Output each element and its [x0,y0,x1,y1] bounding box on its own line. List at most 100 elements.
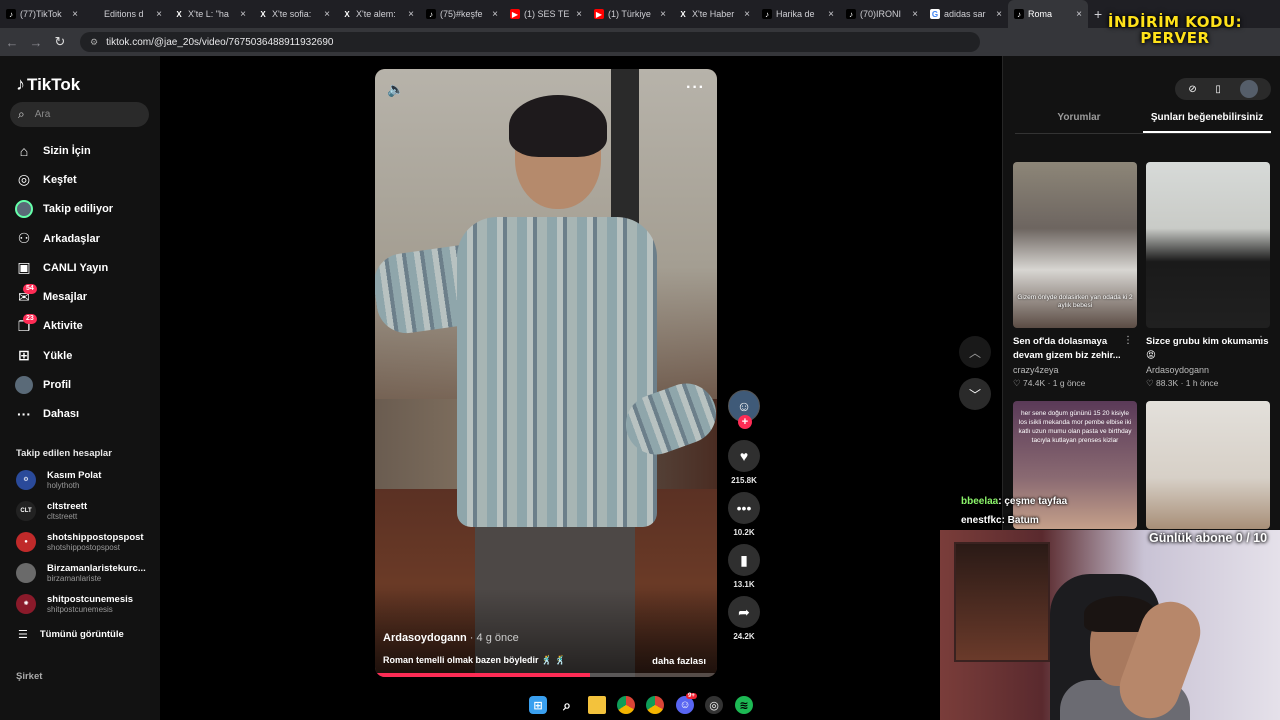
recommended-video-card[interactable] [1146,401,1270,529]
app-icon[interactable]: ◎ [705,696,723,714]
account-text: Birzamanlaristekurc... birzamanlariste [47,563,155,583]
chat-text: : çeşme tayfaa [998,496,1068,507]
recommended-video-card[interactable]: Sizce grubu kim okumamıs 😡 Ardasoydogann ♡… [1146,162,1270,389]
chrome-icon[interactable] [617,696,635,714]
video-progress-bar[interactable] [375,673,717,677]
browser-tab[interactable]: X X'te Haber × [672,0,756,28]
video-person-hair [509,95,607,157]
sidebar-item-home[interactable]: ⌂ Sizin İçin [14,136,154,165]
volume-icon[interactable]: 🔈 [387,81,404,98]
save-button[interactable]: ▮ 13.1K [726,544,762,589]
browser-tab[interactable]: ▶ (1) SES TE × [504,0,588,28]
recommended-video-card[interactable]: Gizem önlyde dolasirken yan odada ki 2 a… [1013,162,1137,389]
sidebar-item-profile-avatar[interactable]: Profil [14,370,154,399]
browser-tab[interactable]: ♪ (77)TikTok × [0,0,84,28]
sidebar-item-more[interactable]: ··· Dahası [14,400,154,429]
tab-comments[interactable]: Yorumlar [1015,112,1143,133]
chevron-up-icon: ︿ [968,345,981,360]
browser-tab[interactable]: Gadidas sar × [924,0,1008,28]
sidebar-item-live[interactable]: ▣ CANLI Yayın [14,253,154,282]
close-tab-icon[interactable]: × [912,9,918,20]
next-video-button[interactable]: ﹀ [959,378,991,410]
device-icon[interactable]: ▯ [1215,84,1221,95]
url-field[interactable]: ⚙ tiktok.com/@jae_20s/video/767503648891… [80,32,980,52]
sidebar-item-upload[interactable]: ⊞ Yükle [14,341,154,370]
close-tab-icon[interactable]: × [240,9,246,20]
user-avatar[interactable] [1239,80,1258,98]
card-more-icon[interactable]: ⋮ [1256,335,1266,346]
close-tab-icon[interactable]: × [576,9,582,20]
browser-tab[interactable]: ♪ (70)IRONI × [840,0,924,28]
followed-account[interactable]: ✺ shitpostcunemesis shitpostcunemesis [16,588,156,619]
close-tab-icon[interactable]: × [828,9,834,20]
compass-icon[interactable]: ⊘ [1188,84,1196,95]
sidebar-item-activity[interactable]: ❐ 23 Aktivite [14,312,154,341]
close-tab-icon[interactable]: × [996,9,1002,20]
browser-tab[interactable]: ♪ (75)#keşfe × [420,0,504,28]
followed-account[interactable]: CLT cltstreett cltstreett [16,495,156,526]
follow-plus-icon[interactable]: + [738,415,752,429]
video-thumbnail[interactable] [1146,162,1270,328]
close-tab-icon[interactable]: × [492,9,498,20]
previous-video-button[interactable]: ︿ [959,336,991,368]
windows-start-icon[interactable]: ⊞ [529,696,547,714]
video-thumbnail[interactable]: Gizem önlyde dolasirken yan odada ki 2 a… [1013,162,1137,328]
discord-icon[interactable]: ☺ 9+ [676,693,697,714]
browser-tab[interactable]: X X'te alem: × [336,0,420,28]
home-icon: ⌂ [19,142,29,159]
video-thumbnail[interactable] [1146,401,1270,529]
video-author[interactable]: Ardasoydogann · 4 g önce [383,632,519,644]
tab-recommended[interactable]: Şunları beğenebilirsiniz [1143,112,1271,133]
close-tab-icon[interactable]: × [408,9,414,20]
close-tab-icon[interactable]: × [324,9,330,20]
tiktok-logo[interactable]: ♪ TikTok [16,74,80,95]
chrome-icon[interactable] [646,696,664,714]
browser-tab[interactable]: X X'te L: "ha × [168,0,252,28]
reload-icon[interactable]: ↻ [48,34,72,50]
browser-tab[interactable]: ♪ Roma × [1008,0,1088,28]
sidebar-item-friends[interactable]: ⚇ Arkadaşlar [14,224,154,253]
close-tab-icon[interactable]: × [1076,9,1082,20]
thumbnail-text: her sene doğum gününü 15 20 kisiyle los … [1018,410,1132,444]
comment-button[interactable]: ••• 10.2K [726,492,762,537]
card-more-icon[interactable]: ⋮ [1123,335,1133,346]
tab-title: (1) Türkiye [608,9,651,19]
more-icon: ··· [17,406,31,423]
site-info-icon[interactable]: ⚙ [90,37,98,48]
close-tab-icon[interactable]: × [660,9,666,20]
close-tab-icon[interactable]: × [156,9,162,20]
tab-title: X'te sofia: [272,9,312,19]
spotify-icon[interactable]: ≋ [735,696,753,714]
card-meta: ♡ 88.3K · 1 h önce [1146,378,1270,389]
followed-account[interactable]: Birzamanlaristekurc... birzamanlariste [16,557,156,588]
browser-tab[interactable]: X X'te sofia: × [252,0,336,28]
sidebar-item-message[interactable]: ✉ 54 Mesajlar [14,282,154,311]
video-player[interactable]: 🔈 ··· Ardasoydogann · 4 g önce Roman tem… [375,69,717,677]
sidebar-item-compass[interactable]: ◎ Keşfet [14,165,154,194]
creator-avatar[interactable]: ☺ + [728,390,760,429]
see-more-button[interactable]: daha fazlası [652,656,706,667]
share-button[interactable]: ➦ 24.2K [726,596,762,641]
company-heading[interactable]: Şirket [16,671,42,682]
followed-account[interactable]: ⚙ Kasım Polat holythoth [16,464,156,495]
like-button[interactable]: ♥ 215.8K [726,440,762,485]
search-input[interactable]: ⌕ Ara [10,102,149,127]
browser-tab[interactable]: ♪ Harika de × [756,0,840,28]
tab-title: (75)#keşfe [440,9,483,19]
more-options-icon[interactable]: ··· [686,79,705,97]
compass-icon: ◎ [17,171,31,188]
close-tab-icon[interactable]: × [744,9,750,20]
close-tab-icon[interactable]: × [72,9,78,20]
see-all-button[interactable]: ☰ Tümünü görüntüle [18,628,124,641]
sidebar-item-avatar[interactable]: Takip ediliyor [14,195,154,224]
author-name[interactable]: Ardasoydogann [383,632,467,644]
file-explorer-icon[interactable] [588,696,606,714]
notification-badge: 23 [23,313,37,324]
webcam-overlay [940,530,1280,720]
back-icon[interactable]: ← [0,35,24,50]
forward-icon[interactable]: → [24,35,48,50]
browser-tab[interactable]: ▶ (1) Türkiye × [588,0,672,28]
followed-account[interactable]: ● shotshippostopspost shotshippostopspost [16,526,156,557]
browser-tab[interactable]: Editions d × [84,0,168,28]
search-icon[interactable]: ⌕ [558,696,576,714]
